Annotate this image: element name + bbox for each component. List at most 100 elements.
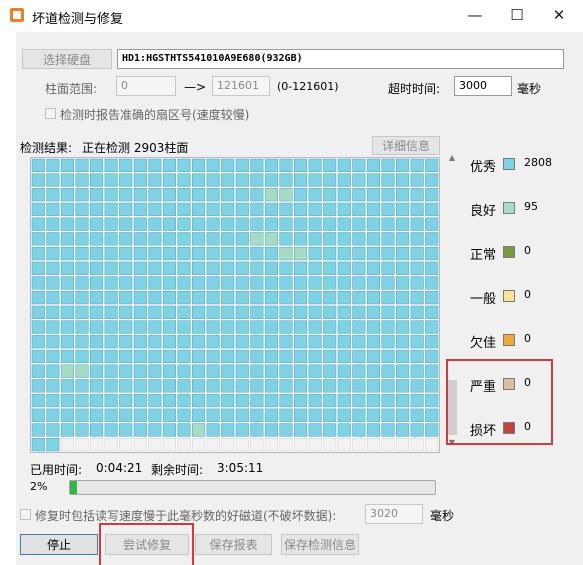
cylinder-cell <box>308 335 322 349</box>
stop-button[interactable]: 停止 <box>20 534 98 555</box>
remaining-time-value: 3:05:11 <box>217 461 264 475</box>
cylinder-cell <box>279 335 293 349</box>
details-button[interactable]: 详细信息 <box>372 136 440 155</box>
cylinder-cell <box>75 305 89 319</box>
scroll-up-icon[interactable]: ▲ <box>446 153 458 163</box>
highlight-box-legend <box>446 359 553 445</box>
save-report-button[interactable]: 保存报表 <box>195 534 272 555</box>
cylinder-cell <box>75 158 89 172</box>
cylinder-cell <box>46 379 60 393</box>
cylinder-cell <box>46 202 60 217</box>
cylinder-cell <box>279 217 293 231</box>
cylinder-cell <box>337 393 351 408</box>
cylinder-cell <box>31 188 45 202</box>
cylinder-cell <box>31 232 45 246</box>
cylinder-cell <box>89 349 104 364</box>
cylinder-cell <box>352 305 366 319</box>
cylinder-cell <box>148 408 162 422</box>
cylinder-cell <box>425 202 439 217</box>
cylinder-cell <box>133 437 147 452</box>
cylinder-cell <box>235 423 249 437</box>
cylinder-cell <box>308 437 322 452</box>
cylinder-cell <box>133 173 147 187</box>
cylinder-cell <box>191 217 206 231</box>
minimize-icon[interactable]: — <box>460 4 490 26</box>
cylinder-cell <box>221 393 235 408</box>
cylinder-cell <box>221 423 235 437</box>
cylinder-cell <box>31 320 45 334</box>
cylinder-cell <box>352 261 366 275</box>
cylinder-cell <box>323 202 337 217</box>
report-sector-checkbox[interactable] <box>45 108 56 119</box>
cylinder-cell <box>425 158 439 172</box>
cylinder-cell <box>191 437 206 452</box>
cylinder-cell <box>133 291 147 305</box>
timeout-field[interactable]: 3000 <box>454 76 512 96</box>
cylinder-cell <box>395 423 410 437</box>
cylinder-cell <box>381 246 395 261</box>
cylinder-cell <box>337 291 351 305</box>
cylinder-cell <box>133 364 147 378</box>
cylinder-cell <box>177 232 191 246</box>
cylinder-cell <box>75 393 89 408</box>
cylinder-cell <box>366 335 381 349</box>
cylinder-cell <box>89 261 104 275</box>
cylinder-cell <box>308 217 322 231</box>
range-end-field[interactable]: 121601 <box>212 76 270 96</box>
cylinder-cell <box>60 261 75 275</box>
cylinder-cell <box>89 393 104 408</box>
cylinder-cell <box>308 188 322 202</box>
repair-ms-field[interactable]: 3020 <box>365 504 423 524</box>
cylinder-cell <box>425 217 439 231</box>
close-icon[interactable]: ✕ <box>544 4 574 26</box>
try-repair-button[interactable]: 尝试修复 <box>105 534 189 555</box>
cylinder-cell <box>264 158 279 172</box>
cylinder-cell <box>148 291 162 305</box>
cylinder-cell <box>235 188 249 202</box>
cylinder-cell <box>352 188 366 202</box>
cylinder-cell <box>104 379 118 393</box>
cylinder-cell <box>352 232 366 246</box>
cylinder-cell <box>221 217 235 231</box>
cylinder-cell <box>352 276 366 290</box>
cylinder-cell <box>104 217 118 231</box>
cylinder-cell <box>191 335 206 349</box>
cylinder-cell <box>235 437 249 452</box>
cylinder-cell <box>119 335 133 349</box>
cylinder-cell <box>104 261 118 275</box>
cylinder-cell <box>148 217 162 231</box>
cylinder-cell <box>308 232 322 246</box>
cylinder-cell <box>308 364 322 378</box>
cylinder-cell <box>264 379 279 393</box>
cylinder-cell <box>337 246 351 261</box>
cylinder-cell <box>177 217 191 231</box>
save-info-button[interactable]: 保存检测信息 <box>281 534 359 555</box>
select-disk-button[interactable]: 选择硬盘 <box>22 49 112 69</box>
cylinder-cell <box>104 291 118 305</box>
cylinder-cell <box>293 437 308 452</box>
cylinder-cell <box>381 335 395 349</box>
repair-slow-checkbox[interactable] <box>20 509 31 520</box>
cylinder-cell <box>381 364 395 378</box>
cylinder-cell <box>337 217 351 231</box>
cylinder-cell <box>323 232 337 246</box>
maximize-icon[interactable]: ☐ <box>502 4 532 26</box>
range-start-field[interactable]: 0 <box>116 76 176 96</box>
progress-bar <box>69 480 436 495</box>
cylinder-cell <box>366 364 381 378</box>
cylinder-cell <box>308 408 322 422</box>
cylinder-cell <box>119 246 133 261</box>
cylinder-cell <box>133 276 147 290</box>
cylinder-cell <box>206 379 220 393</box>
cylinder-cell <box>279 261 293 275</box>
cylinder-cell <box>60 291 75 305</box>
cylinder-cell <box>410 408 424 422</box>
cylinder-cell <box>323 291 337 305</box>
cylinder-cell <box>31 437 45 452</box>
cylinder-cell <box>60 320 75 334</box>
cylinder-cell <box>323 408 337 422</box>
cylinder-cell <box>133 320 147 334</box>
cylinder-cell <box>162 232 177 246</box>
cylinder-cell <box>104 276 118 290</box>
cylinder-cell <box>206 202 220 217</box>
